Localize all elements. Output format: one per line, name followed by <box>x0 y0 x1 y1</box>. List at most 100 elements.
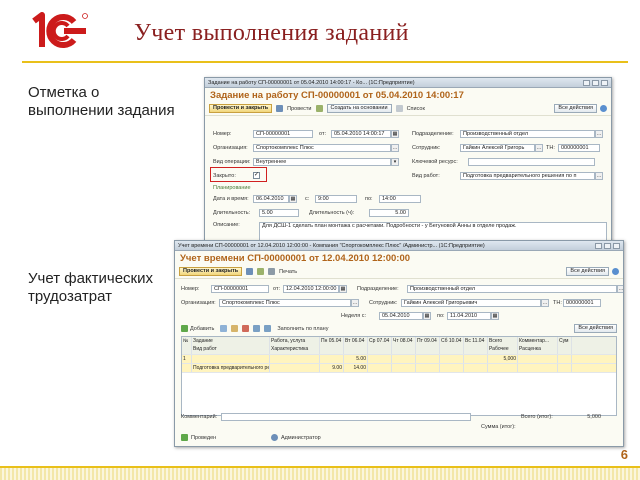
close-icon[interactable] <box>613 242 620 249</box>
table-cell[interactable]: 14.00 <box>344 364 368 372</box>
employee-select-button[interactable]: … <box>541 298 549 307</box>
table-cell[interactable] <box>464 364 488 372</box>
table-cell[interactable] <box>518 355 558 363</box>
date-field[interactable]: 12.04.2010 12:00:00 <box>283 284 339 293</box>
table-cell[interactable] <box>440 355 464 363</box>
table-cell[interactable] <box>416 364 440 372</box>
post-button[interactable]: Провести <box>287 106 311 112</box>
fill-by-plan-button[interactable]: Заполнить по плану <box>277 326 328 332</box>
column-header[interactable]: Комментар... Расценка <box>518 337 558 354</box>
comment-field[interactable] <box>221 412 471 421</box>
table-cell[interactable] <box>488 364 518 372</box>
column-header[interactable]: Пн 05.04 <box>320 337 344 354</box>
close-icon[interactable] <box>601 79 608 86</box>
plan-date-field[interactable]: 06.04.2010 <box>253 194 289 203</box>
maximize-icon[interactable] <box>592 79 599 86</box>
table-empty-area[interactable] <box>182 373 616 415</box>
table-cell[interactable] <box>270 355 320 363</box>
save-icon[interactable] <box>246 268 254 275</box>
key-resource-field[interactable] <box>468 157 595 166</box>
table-all-actions-button[interactable]: Все действия <box>574 324 617 333</box>
calendar-icon[interactable]: ▦ <box>423 311 431 320</box>
chevron-down-icon[interactable]: ▾ <box>391 157 399 166</box>
print-button[interactable]: Печать <box>279 269 297 275</box>
post-and-close-button[interactable]: Провести и закрыть <box>209 104 273 113</box>
table-cell[interactable] <box>192 355 270 363</box>
organization-field[interactable]: Спортокомплекс Плюс <box>253 143 391 152</box>
move-up-icon[interactable] <box>253 325 261 332</box>
organization-field[interactable]: Спортокомплекс Плюс <box>219 298 351 307</box>
add-row-button[interactable]: Добавить <box>190 326 214 332</box>
operation-type-field[interactable]: Внутреннее <box>253 157 391 166</box>
minimize-icon[interactable] <box>583 79 590 86</box>
tab-number-field[interactable]: 000000001 <box>563 298 601 307</box>
copy-icon[interactable] <box>220 325 228 332</box>
table-cell[interactable] <box>464 355 488 363</box>
column-header[interactable]: Работа, услуга Характеристика <box>270 337 320 354</box>
column-header[interactable]: Ср 07.04 <box>368 337 392 354</box>
delete-icon[interactable] <box>242 325 250 332</box>
table-cell[interactable]: Подготовка предварительного решени... <box>192 364 270 372</box>
organization-select-button[interactable]: … <box>351 298 359 307</box>
department-field[interactable]: Производственный отдел <box>407 284 617 293</box>
table-cell[interactable] <box>558 355 572 363</box>
all-actions-button[interactable]: Все действия <box>554 104 597 113</box>
week-from-field[interactable]: 05.04.2010 <box>379 311 423 320</box>
table-cell[interactable] <box>392 355 416 363</box>
number-field[interactable]: СП-00000001 <box>253 129 313 138</box>
table-cell[interactable] <box>558 364 572 372</box>
move-down-icon[interactable] <box>264 325 272 332</box>
table-cell[interactable] <box>440 364 464 372</box>
column-header[interactable]: Чт 08.04 <box>392 337 416 354</box>
date-field[interactable]: 05.04.2010 14:00:17 <box>331 129 391 138</box>
table-cell[interactable] <box>270 364 320 372</box>
column-header[interactable]: Всего Рабочее <box>488 337 518 354</box>
work-type-select-button[interactable]: … <box>595 171 603 180</box>
organization-select-button[interactable]: … <box>391 143 399 152</box>
list-icon[interactable] <box>395 105 403 112</box>
duration-field[interactable]: 5.00 <box>259 208 299 217</box>
task-window-titlebar[interactable]: Задание на работу СП-00000001 от 05.04.2… <box>205 78 611 88</box>
column-header[interactable]: Сум <box>558 337 572 354</box>
department-select-button[interactable]: … <box>617 284 623 293</box>
duration-hours-field[interactable]: 5.00 <box>369 208 409 217</box>
calendar-icon[interactable]: ▦ <box>391 129 399 138</box>
save-icon[interactable] <box>276 105 284 112</box>
employee-field[interactable]: Гайкин Алексей Григорь <box>460 143 535 152</box>
edit-icon[interactable] <box>231 325 239 332</box>
all-actions-button[interactable]: Все действия <box>566 267 609 276</box>
number-field[interactable]: СП-00000001 <box>211 284 269 293</box>
column-header[interactable]: Вс 11.04 <box>464 337 488 354</box>
table-row[interactable]: Подготовка предварительного решени... 9.0… <box>182 364 616 373</box>
list-button[interactable]: Список <box>407 106 425 112</box>
printer-icon[interactable] <box>268 268 276 275</box>
work-type-field[interactable]: Подготовка предварительного решения по п <box>460 171 595 180</box>
table-cell[interactable]: 5.00 <box>344 355 368 363</box>
employee-field[interactable]: Гайкин Алексей Григорьевич <box>401 298 541 307</box>
column-header[interactable]: № <box>182 337 192 354</box>
table-cell[interactable] <box>416 355 440 363</box>
table-cell[interactable] <box>518 364 558 372</box>
table-cell[interactable] <box>320 355 344 363</box>
table-row[interactable]: 1 5.00 5,000 <box>182 355 616 364</box>
table-cell[interactable]: 5,000 <box>488 355 518 363</box>
related-docs-icon[interactable] <box>315 105 323 112</box>
maximize-icon[interactable] <box>604 242 611 249</box>
column-header[interactable]: Вт 06.04 <box>344 337 368 354</box>
minimize-icon[interactable] <box>595 242 602 249</box>
create-based-on-button[interactable]: Создать на основании <box>326 104 392 113</box>
table-cell[interactable] <box>182 364 192 372</box>
table-cell[interactable]: 9.00 <box>320 364 344 372</box>
calendar-icon[interactable]: ▦ <box>339 284 347 293</box>
table-cell[interactable] <box>368 355 392 363</box>
week-to-field[interactable]: 11.04.2010 <box>447 311 491 320</box>
column-header[interactable]: Задание Вид работ <box>192 337 270 354</box>
table-cell[interactable] <box>392 364 416 372</box>
add-icon[interactable] <box>181 325 188 332</box>
table-cell[interactable]: 1 <box>182 355 192 363</box>
time-to-field[interactable]: 14:00 <box>379 194 421 203</box>
table-cell[interactable] <box>368 364 392 372</box>
post-and-close-button[interactable]: Провести и закрыть <box>179 267 243 276</box>
post-icon[interactable] <box>257 268 265 275</box>
department-select-button[interactable]: … <box>595 129 603 138</box>
